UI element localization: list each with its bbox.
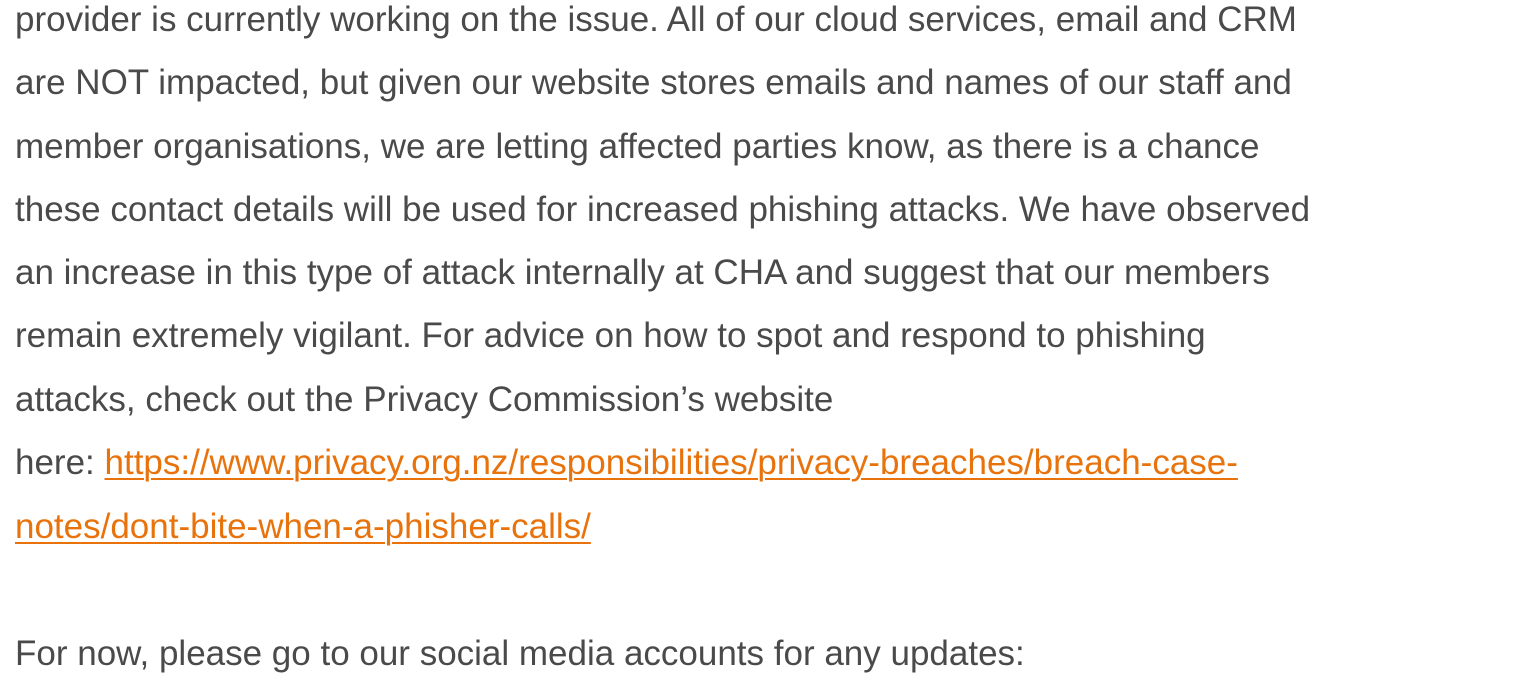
paragraph-line: are NOT impacted, but given our website … (15, 63, 1292, 102)
paragraph-line: provider is currently working on the iss… (15, 0, 1297, 39)
paragraph-line: notes/dont-bite-when-a-phisher-calls/ (15, 507, 591, 547)
social-media-text: For now, please go to our social media a… (15, 634, 1025, 673)
paragraph-line: member organisations, we are letting aff… (15, 127, 1260, 166)
paragraph-line: here: https://www.privacy.org.nz/respons… (15, 443, 1238, 483)
paragraph-line: an increase in this type of attack inter… (15, 253, 1270, 292)
paragraph-line: these contact details will be used for i… (15, 190, 1311, 229)
paragraph-line: attacks, check out the Privacy Commissio… (15, 380, 834, 419)
privacy-commission-link[interactable]: https://www.privacy.org.nz/responsibilit… (105, 443, 1238, 482)
paragraph-line: remain extremely vigilant. For advice on… (15, 316, 1206, 355)
privacy-commission-link-continued[interactable]: notes/dont-bite-when-a-phisher-calls/ (15, 507, 591, 546)
here-label: here: (15, 443, 105, 482)
